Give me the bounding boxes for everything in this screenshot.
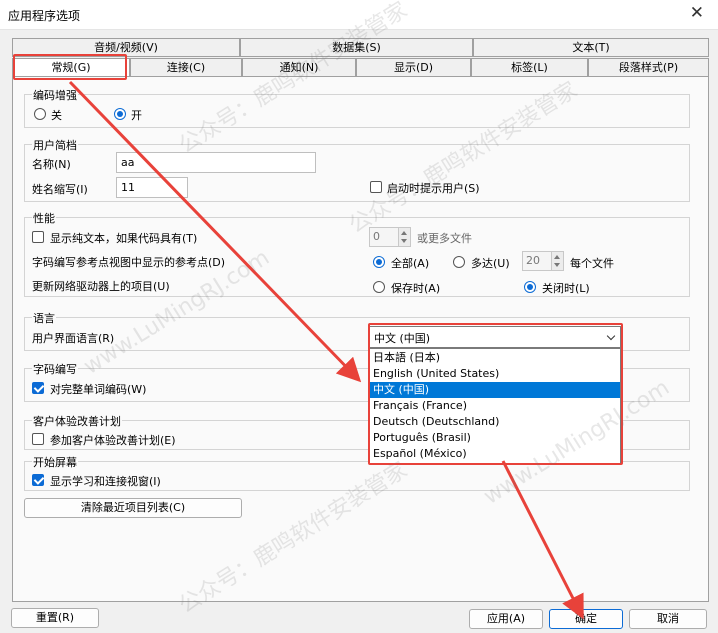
show-learning-checkbox[interactable] xyxy=(32,474,44,486)
prompt-on-startup-checkbox[interactable] xyxy=(370,181,382,193)
name-label: 名称(N) xyxy=(32,158,71,171)
window-title: 应用程序选项 xyxy=(8,9,81,23)
user-profile-title: 用户简档 xyxy=(32,137,78,153)
tab-datasets[interactable]: 数据集(S) xyxy=(240,38,473,57)
title-bar: 应用程序选项 ✕ xyxy=(0,0,718,30)
join-cx-label: 参加客户体验改善计划(E) xyxy=(50,434,176,447)
up-to-radio[interactable] xyxy=(453,256,465,268)
tab-text[interactable]: 文本(T) xyxy=(473,38,709,57)
on-save-radio[interactable] xyxy=(373,281,385,293)
spinner-arrows-icon[interactable] xyxy=(551,252,563,270)
prompt-on-startup-label: 启动时提示用户(S) xyxy=(387,182,480,195)
up-to-value: 20 xyxy=(526,254,540,267)
plain-text-checkbox[interactable] xyxy=(32,231,44,243)
tab-labels[interactable]: 标签(L) xyxy=(471,58,588,77)
cx-program-title: 客户体验改善计划 xyxy=(32,413,122,429)
whole-word-label: 对完整单词编码(W) xyxy=(50,383,147,396)
ui-language-label: 用户界面语言(R) xyxy=(32,332,115,345)
encoding-off-label: 关 xyxy=(51,109,62,122)
or-more-files-label: 或更多文件 xyxy=(417,232,472,245)
encoding-on-label: 开 xyxy=(131,109,142,122)
join-cx-checkbox[interactable] xyxy=(32,433,44,445)
on-close-radio[interactable] xyxy=(524,281,536,293)
initials-label: 姓名缩写(I) xyxy=(32,183,88,196)
encoding-off-radio[interactable] xyxy=(34,108,46,120)
tab-display[interactable]: 显示(D) xyxy=(356,58,471,77)
on-save-label: 保存时(A) xyxy=(391,282,441,295)
performance-title: 性能 xyxy=(32,210,56,226)
coding-title: 字码编写 xyxy=(32,361,78,377)
language-title: 语言 xyxy=(32,310,56,326)
network-items-label: 更新网络驱动器上的项目(U) xyxy=(32,280,170,293)
files-count-value: 0 xyxy=(373,230,380,243)
tab-paragraph-styles[interactable]: 段落样式(P) xyxy=(588,58,709,77)
all-label: 全部(A) xyxy=(391,257,430,270)
whole-word-checkbox[interactable] xyxy=(32,382,44,394)
show-learning-label: 显示学习和连接视窗(I) xyxy=(50,475,161,488)
ok-button[interactable]: 确定 xyxy=(549,609,623,629)
close-icon[interactable]: ✕ xyxy=(690,3,704,23)
all-radio[interactable] xyxy=(373,256,385,268)
on-close-label: 关闭时(L) xyxy=(542,282,590,295)
start-screen-title: 开始屏幕 xyxy=(32,454,78,470)
spinner-arrows-icon[interactable] xyxy=(398,228,410,246)
clear-recent-button[interactable]: 清除最近项目列表(C) xyxy=(24,498,242,518)
reset-button[interactable]: 重置(R) xyxy=(11,608,99,628)
annotation-box-language xyxy=(368,323,623,465)
name-input[interactable]: aa xyxy=(116,152,316,173)
up-to-spinner[interactable]: 20 xyxy=(522,251,564,271)
encoding-enhance-title: 编码增强 xyxy=(32,87,78,103)
tab-connection[interactable]: 连接(C) xyxy=(130,58,242,77)
ref-points-label: 字码编写参考点视图中显示的参考点(D) xyxy=(32,256,226,269)
up-to-label: 多达(U) xyxy=(471,257,510,270)
initials-input[interactable]: 11 xyxy=(116,177,188,198)
encoding-on-radio[interactable] xyxy=(114,108,126,120)
tab-notifications[interactable]: 通知(N) xyxy=(242,58,356,77)
apply-button[interactable]: 应用(A) xyxy=(469,609,543,629)
plain-text-label: 显示纯文本，如果代码具有(T) xyxy=(50,232,198,245)
annotation-box-general-tab xyxy=(13,54,127,80)
files-count-spinner[interactable]: 0 xyxy=(369,227,411,247)
cancel-button[interactable]: 取消 xyxy=(629,609,707,629)
per-file-label: 每个文件 xyxy=(570,257,614,270)
